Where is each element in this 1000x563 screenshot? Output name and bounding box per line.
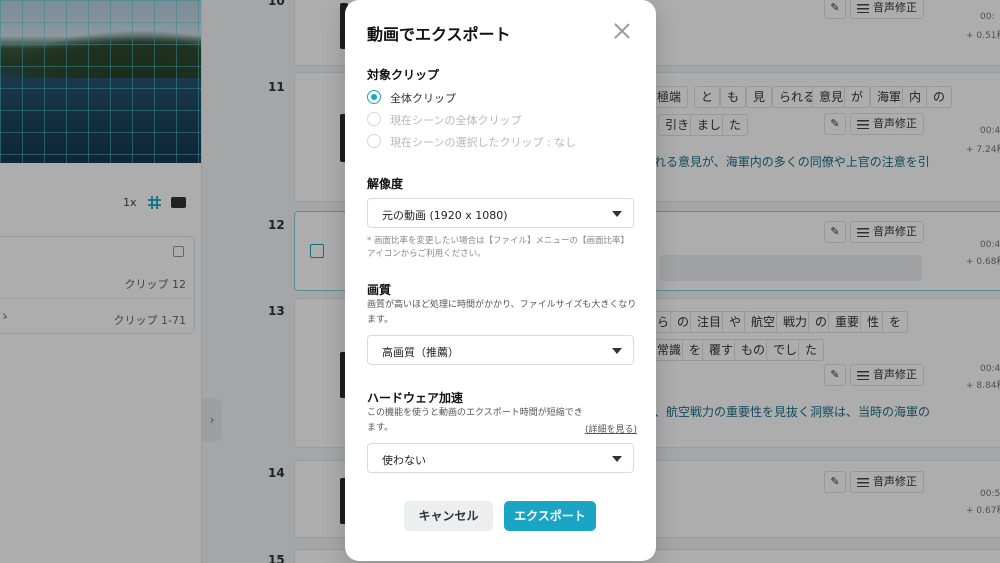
resolution-note: * 画面比率を変更したい場合は【ファイル】メニューの【画面比率】 アイコンからご… (367, 236, 629, 259)
details-link[interactable]: (詳細を見る) (585, 422, 637, 435)
select-value: 元の動画 (1920 x 1080) (382, 209, 508, 222)
radio-unchecked-icon (367, 112, 381, 126)
select-value: 使わない (382, 454, 426, 467)
caret-down-icon (612, 211, 622, 217)
caret-down-icon (612, 348, 622, 354)
hardware-acceleration-title: ハードウェア加速 (367, 391, 464, 405)
dialog-title: 動画でエクスポート (367, 25, 511, 44)
cancel-button[interactable]: キャンセル (404, 501, 493, 531)
select-value: 高画質（推薦） (382, 346, 459, 359)
radio-unchecked-icon (367, 134, 381, 148)
resolution-title: 解像度 (367, 177, 404, 191)
hardware-acceleration-select[interactable]: 使わない (367, 443, 634, 473)
radio-checked-icon (367, 90, 381, 104)
quality-select[interactable]: 高画質（推薦） (367, 335, 634, 365)
export-video-dialog: 動画でエクスポート 対象クリップ 全体クリップ 現在シーンの全体クリップ 現在シ… (345, 0, 656, 561)
quality-description: 画質が高いほど処理に時間がかかり、ファイルサイズも大きくなり ます。 (367, 300, 637, 325)
target-clip-title: 対象クリップ (367, 68, 440, 82)
close-icon[interactable] (613, 22, 631, 40)
radio-label: 現在シーンの全体クリップ (390, 114, 522, 127)
hardware-description: この機能を使うと動画のエクスポート時間が短縮でき ます。 (367, 408, 583, 433)
radio-label: 全体クリップ (390, 92, 456, 105)
quality-title: 画質 (367, 283, 392, 297)
caret-down-icon (612, 456, 622, 462)
export-button[interactable]: エクスポート (504, 501, 596, 531)
resolution-select[interactable]: 元の動画 (1920 x 1080) (367, 198, 634, 228)
radio-label: 現在シーンの選択したクリップ : なし (390, 136, 577, 149)
